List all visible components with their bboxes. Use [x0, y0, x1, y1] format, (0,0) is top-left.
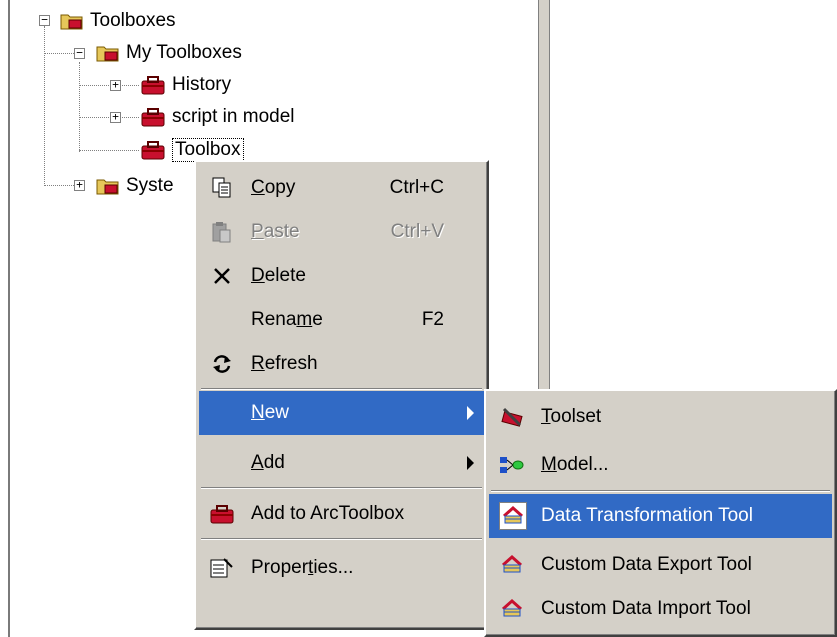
toolset-icon — [499, 404, 525, 430]
menu-label: Rename — [251, 309, 323, 330]
model-icon — [499, 452, 525, 478]
toolbox-folder-icon — [96, 176, 120, 196]
menu-item-copy[interactable]: Copy Ctrl+C — [199, 166, 484, 210]
tree-line — [44, 26, 45, 186]
data-interop-tool-icon — [499, 552, 525, 578]
data-interop-tool-icon — [499, 596, 525, 622]
menu-label: Copy — [251, 177, 296, 198]
new-submenu: Toolset Model... Data Transformation Too… — [484, 389, 837, 637]
tree-line — [79, 150, 139, 151]
menu-separator — [201, 538, 482, 540]
tree-label: Toolboxes — [90, 10, 176, 31]
tree-label: Toolbox — [172, 138, 244, 162]
tree-node-script-in-model[interactable]: script in model — [140, 103, 295, 131]
menu-shortcut: Ctrl+V — [390, 221, 444, 242]
context-menu: Copy Ctrl+C Paste Ctrl+V Delete Rename F… — [194, 160, 489, 630]
menu-label: Model... — [541, 454, 609, 475]
menu-label: Refresh — [251, 353, 318, 374]
toolbox-icon — [209, 501, 235, 527]
delete-x-icon — [209, 263, 235, 289]
expand-system-toolboxes-icon[interactable]: + — [74, 179, 85, 191]
tree-label: Syste — [126, 175, 174, 196]
menu-label: Properties... — [251, 557, 354, 578]
collapse-toolboxes-icon[interactable]: − — [39, 14, 50, 26]
menu-item-paste[interactable]: Paste Ctrl+V — [199, 210, 484, 254]
data-interop-tool-icon — [499, 502, 527, 530]
copy-icon — [209, 175, 235, 201]
tree-node-history[interactable]: History — [140, 71, 231, 99]
paste-icon — [209, 219, 235, 245]
menu-item-model[interactable]: Model... — [489, 443, 832, 487]
menu-shortcut: Ctrl+C — [389, 177, 444, 198]
menu-label: Add — [251, 452, 285, 473]
menu-item-refresh[interactable]: Refresh — [199, 342, 484, 386]
left-frame-border — [8, 0, 10, 637]
toolbox-icon — [140, 106, 166, 128]
menu-label: Data Transformation Tool — [541, 505, 753, 526]
menu-item-rename[interactable]: Rename F2 — [199, 298, 484, 342]
toolbox-icon — [140, 74, 166, 96]
menu-label: Add to ArcToolbox — [251, 503, 405, 524]
properties-icon — [209, 555, 235, 581]
tree-node-my-toolboxes[interactable]: My Toolboxes — [96, 39, 242, 67]
menu-shortcut: F2 — [421, 309, 444, 330]
tree-label: script in model — [172, 106, 295, 127]
submenu-arrow-icon — [467, 456, 474, 470]
menu-separator — [201, 487, 482, 489]
tree-line — [79, 62, 80, 152]
toolbox-folder-icon — [60, 11, 84, 31]
tree-label: My Toolboxes — [126, 42, 242, 63]
menu-label: Paste — [251, 221, 300, 242]
menu-separator — [491, 490, 830, 492]
toolbox-folder-icon — [96, 43, 120, 63]
menu-item-toolset[interactable]: Toolset — [489, 395, 832, 439]
tree-node-toolboxes[interactable]: Toolboxes — [60, 7, 176, 35]
menu-item-data-transformation-tool[interactable]: Data Transformation Tool — [489, 494, 832, 538]
menu-label: New — [251, 402, 290, 423]
menu-item-properties[interactable]: Properties... — [199, 546, 484, 590]
menu-label: Toolset — [541, 406, 602, 427]
tree-line — [44, 185, 74, 186]
menu-item-delete[interactable]: Delete — [199, 254, 484, 298]
collapse-my-toolboxes-icon[interactable]: − — [74, 47, 85, 59]
tree-line — [79, 117, 139, 118]
menu-label: Custom Data Export Tool — [541, 554, 752, 575]
tree-label: History — [172, 74, 232, 95]
menu-label: Custom Data Import Tool — [541, 598, 751, 619]
tree-line — [79, 85, 139, 86]
menu-item-new[interactable]: New — [199, 391, 484, 435]
menu-item-add[interactable]: Add — [199, 441, 484, 485]
toolbox-icon — [140, 139, 166, 161]
expand-script-in-model-icon[interactable]: + — [110, 111, 121, 123]
menu-label: Delete — [251, 265, 306, 286]
tree-node-system-toolboxes[interactable]: Syste — [96, 172, 174, 200]
refresh-icon — [209, 351, 235, 377]
menu-item-custom-data-import-tool[interactable]: Custom Data Import Tool — [489, 587, 832, 631]
menu-item-custom-data-export-tool[interactable]: Custom Data Export Tool — [489, 543, 832, 587]
submenu-arrow-icon — [467, 406, 474, 420]
tree-line — [44, 53, 74, 54]
expand-history-icon[interactable]: + — [110, 79, 121, 91]
menu-separator — [201, 388, 482, 390]
menu-item-add-to-arctoolbox[interactable]: Add to ArcToolbox — [199, 492, 484, 536]
